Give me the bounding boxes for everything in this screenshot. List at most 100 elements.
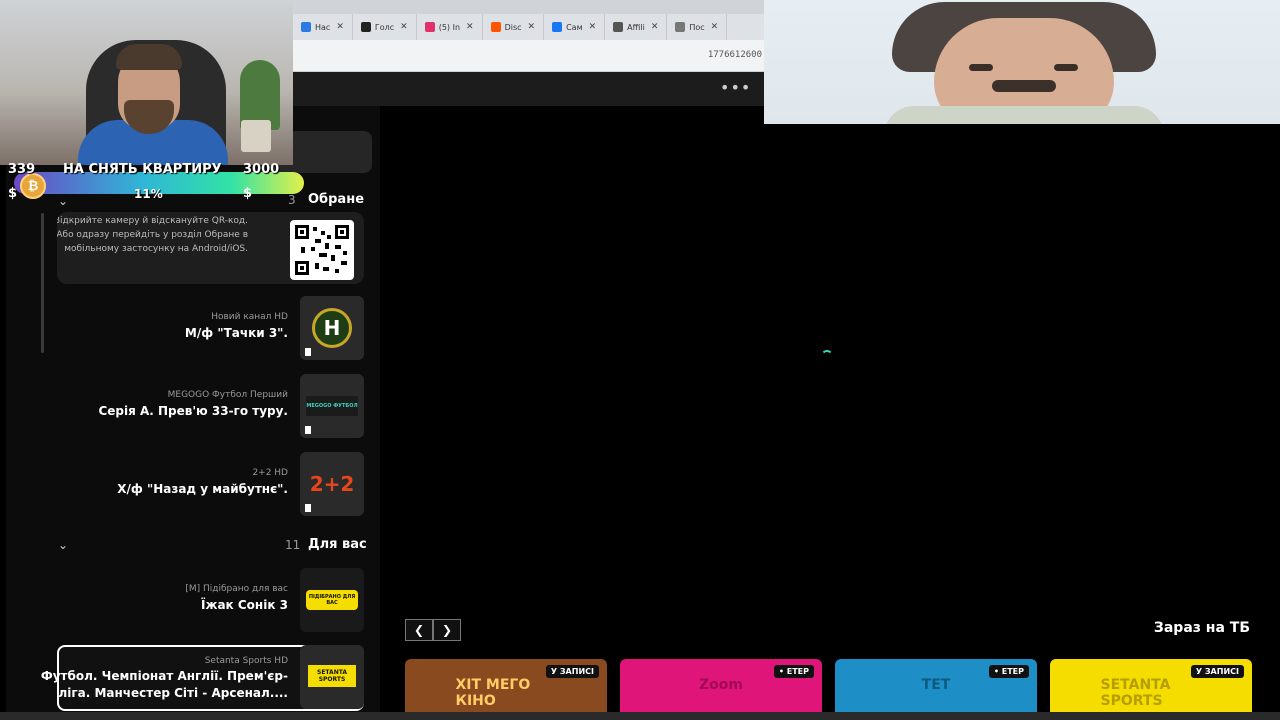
tv-channel-card[interactable]: У ЗАПИСІ SETANTA SPORTS — [1050, 659, 1252, 720]
close-icon[interactable]: ✕ — [589, 22, 597, 32]
browser-tab[interactable]: Affili ✕ — [605, 14, 668, 40]
chevron-down-icon[interactable]: ⌄ — [58, 538, 68, 552]
item-title: Їжак Сонік 3 — [201, 598, 288, 612]
webcam-overlay — [0, 0, 293, 165]
qr-instructions: Відкрийте камеру й відскануйте QR-код. А… — [57, 216, 248, 254]
browser-tab-label: (5) Іn — [438, 22, 461, 32]
channel-logo-label: ПІДІБРАНО ДЛЯ ВАС — [306, 590, 358, 610]
item-channel: Новий канал HD — [211, 312, 288, 322]
browser-tab-label: Affili — [627, 22, 645, 32]
qr-code-icon — [290, 220, 354, 280]
channel-logo: ХІТ МЕГО КІНО — [455, 677, 531, 709]
bookmark-icon — [305, 504, 311, 512]
item-title: Серія А. Прев'ю 33-го туру. — [98, 404, 288, 418]
browser-tab-label: Disc — [504, 22, 522, 32]
channel-logo-label: 2+2 — [309, 472, 355, 496]
channel-logo: 2+2 — [300, 452, 364, 516]
browser-tab-label: Сам — [566, 22, 583, 32]
chevron-left-icon[interactable]: ❮ — [405, 619, 433, 641]
close-icon[interactable]: ✕ — [711, 22, 719, 32]
favorites-title: Обране — [308, 192, 365, 207]
close-icon[interactable]: ✕ — [651, 22, 659, 32]
channel-logo-label: MEGOGO ФУТБОЛ — [306, 396, 358, 416]
browser-tab-strip: Нас ✕ Голс ✕ (5) Іn ✕ Disc ✕ Сам ✕ Affili ✕ Пос ✕ — [293, 14, 764, 40]
close-icon[interactable]: ✕ — [336, 22, 344, 32]
item-title-line-2: ліга. Манчестер Сіті - Арсенал.... — [58, 686, 288, 700]
donation-percent: 11% — [134, 187, 163, 201]
globe-icon — [613, 22, 624, 32]
item-channel: [М] Підібрано для вас — [185, 584, 288, 594]
browser-tab[interactable]: Нас ✕ — [293, 14, 353, 40]
currency-left: $ — [8, 186, 18, 201]
portrait-shirt — [884, 106, 1164, 124]
chevron-right-icon[interactable]: ❯ — [433, 619, 461, 641]
donation-goal-text: НА СНЯТЬ КВАРТИРУ — [63, 162, 222, 177]
bookmark-icon — [305, 426, 311, 434]
browser-tab-label: Пос — [689, 22, 705, 32]
list-item[interactable]: MEGOGO Футбол Перший Серія А. Прев'ю 33-г… — [57, 374, 364, 438]
browser-tab[interactable]: Голс ✕ — [353, 14, 417, 40]
pin-icon — [552, 22, 563, 32]
currency-right: $ — [243, 186, 253, 201]
status-badge: • ЕТЕР — [988, 665, 1029, 678]
for-you-count: 11 — [285, 538, 301, 552]
close-icon[interactable]: ✕ — [400, 22, 408, 32]
item-title: М/ф "Тачки 3". — [184, 326, 288, 340]
portrait-eye — [969, 64, 993, 71]
browser-tab[interactable]: (5) Іn ✕ — [417, 14, 483, 40]
carousel-pager: ❮ ❯ — [405, 619, 461, 641]
item-title-line-1: Футбол. Чемпіонат Англії. Прем'єр- — [40, 669, 288, 683]
taskbar-strip — [0, 712, 1280, 720]
browser-tab-label: Голс — [374, 22, 395, 32]
loading-spinner-icon — [821, 350, 833, 362]
donation-current: 339 — [8, 162, 36, 177]
globe-icon — [675, 22, 686, 32]
address-text: 1776612600 — [707, 50, 762, 60]
soundcloud-icon — [490, 22, 501, 32]
list-item[interactable]: Новий канал HD М/ф "Тачки 3". Н — [57, 296, 364, 360]
browser-tab[interactable]: Disc ✕ — [483, 14, 545, 40]
qr-card: Відкрийте камеру й відскануйте QR-код. А… — [57, 212, 364, 284]
gear-icon — [301, 22, 311, 32]
portrait-eye — [1054, 64, 1078, 71]
tv-channel-card[interactable]: У ЗАПИСІ ХІТ МЕГО КІНО — [405, 659, 607, 720]
channel-logo: MEGOGO ФУТБОЛ — [300, 374, 364, 438]
instagram-icon — [424, 22, 435, 32]
browser-tab-label: Нас — [315, 22, 331, 32]
now-on-tv-title: Зараз на ТБ — [1153, 620, 1250, 636]
channel-logo-label: SETANTA SPORTS — [308, 665, 356, 687]
more-options-icon[interactable]: ••• — [720, 78, 751, 97]
list-item[interactable]: 2+2 HD Х/ф "Назад у майбутнє". 2+2 — [57, 452, 364, 516]
bookmark-icon — [305, 348, 311, 356]
item-title: Х/ф "Назад у майбутнє". — [117, 482, 288, 496]
donation-goal-widget: ₿ 339 НА СНЯТЬ КВАРТИРУ 3000 $ 11% $ — [0, 160, 306, 206]
channel-logo: Н — [300, 296, 364, 360]
item-channel: Setanta Sports HD — [204, 656, 288, 666]
channel-logo: SETANTA SPORTS — [1100, 677, 1171, 709]
for-you-title: Для вас — [308, 537, 367, 552]
list-item-selected[interactable]: Setanta Sports HD Футбол. Чемпіонат Англ… — [41, 645, 364, 711]
address-bar[interactable]: 1776612600 — [293, 40, 764, 72]
streamer-hair — [116, 44, 182, 70]
channel-logo: ТЕТ — [921, 677, 951, 693]
browser-tab[interactable]: Пос ✕ — [667, 14, 728, 40]
sidebar-scrollbar[interactable] — [41, 213, 44, 353]
donation-target: 3000 — [243, 162, 280, 177]
browser-tab[interactable]: Сам ✕ — [544, 14, 606, 40]
list-item[interactable]: [М] Підібрано для вас Їжак Сонік 3 ПІДІБ… — [57, 568, 364, 632]
channel-logo: Zoom — [699, 677, 743, 693]
channel-logo-label: Н — [312, 308, 352, 348]
app-icon — [360, 22, 371, 32]
status-badge: • ЕТЕР — [773, 665, 814, 678]
item-channel: 2+2 HD — [252, 468, 288, 478]
browser-titlebar — [293, 0, 764, 14]
close-icon[interactable]: ✕ — [528, 22, 536, 32]
portrait-mustache — [992, 80, 1056, 92]
plant-pot — [241, 120, 271, 152]
close-icon[interactable]: ✕ — [466, 22, 474, 32]
tv-channel-card[interactable]: • ЕТЕР Zoom — [620, 659, 822, 720]
item-channel: MEGOGO Футбол Перший — [167, 390, 288, 400]
tv-channel-card[interactable]: • ЕТЕР ТЕТ — [835, 659, 1037, 720]
channel-logo: ПІДІБРАНО ДЛЯ ВАС — [300, 568, 364, 632]
channel-logo: SETANTA SPORTS — [300, 645, 364, 709]
